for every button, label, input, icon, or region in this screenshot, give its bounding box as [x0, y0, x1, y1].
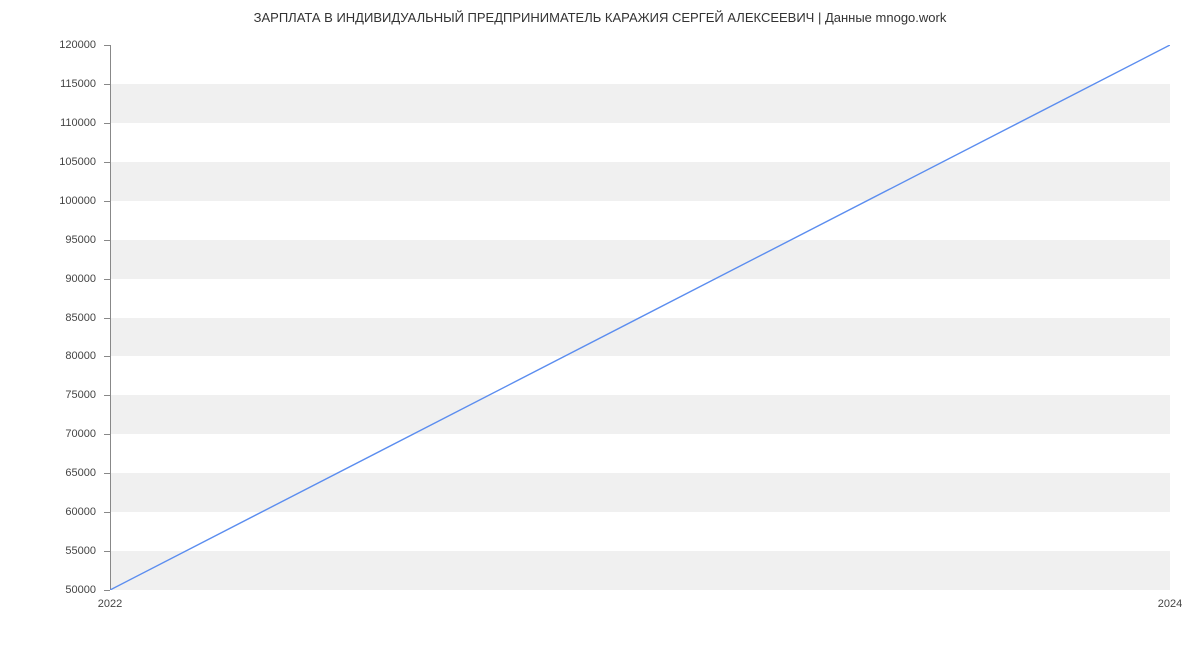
y-tick-mark	[104, 473, 110, 474]
y-tick-label: 120000	[59, 39, 96, 51]
grid-band	[110, 162, 1170, 201]
y-tick-label: 105000	[59, 156, 96, 168]
y-tick-mark	[104, 279, 110, 280]
x-tick-label: 2022	[98, 598, 122, 610]
grid-band	[110, 395, 1170, 434]
grid-band	[110, 84, 1170, 123]
y-tick-label: 50000	[65, 584, 96, 596]
y-tick-label: 110000	[60, 117, 96, 129]
y-tick-mark	[104, 162, 110, 163]
y-tick-mark	[104, 590, 110, 591]
grid-band	[110, 240, 1170, 279]
y-tick-mark	[104, 45, 110, 46]
y-tick-label: 100000	[59, 195, 96, 207]
chart-title: ЗАРПЛАТА В ИНДИВИДУАЛЬНЫЙ ПРЕДПРИНИМАТЕЛ…	[0, 10, 1200, 25]
y-tick-mark	[104, 434, 110, 435]
y-axis-line	[110, 45, 111, 590]
y-tick-label: 85000	[65, 312, 96, 324]
y-tick-label: 75000	[65, 389, 96, 401]
y-tick-label: 60000	[65, 506, 96, 518]
y-tick-label: 90000	[65, 273, 96, 285]
y-tick-label: 55000	[65, 545, 96, 557]
y-tick-label: 115000	[60, 78, 96, 90]
y-tick-label: 70000	[65, 428, 96, 440]
x-tick-label: 2024	[1158, 598, 1182, 610]
y-tick-mark	[104, 551, 110, 552]
y-tick-mark	[104, 318, 110, 319]
y-tick-mark	[104, 356, 110, 357]
y-tick-mark	[104, 84, 110, 85]
y-tick-label: 95000	[65, 234, 96, 246]
y-tick-mark	[104, 201, 110, 202]
y-tick-label: 80000	[65, 350, 96, 362]
grid-band	[110, 551, 1170, 590]
y-tick-label: 65000	[65, 467, 96, 479]
grid-band	[110, 318, 1170, 357]
y-tick-mark	[104, 512, 110, 513]
plot-area: 5000055000600006500070000750008000085000…	[110, 45, 1170, 590]
chart-container: ЗАРПЛАТА В ИНДИВИДУАЛЬНЫЙ ПРЕДПРИНИМАТЕЛ…	[0, 0, 1200, 650]
grid-band	[110, 473, 1170, 512]
y-tick-mark	[104, 123, 110, 124]
y-tick-mark	[104, 240, 110, 241]
y-tick-mark	[104, 395, 110, 396]
